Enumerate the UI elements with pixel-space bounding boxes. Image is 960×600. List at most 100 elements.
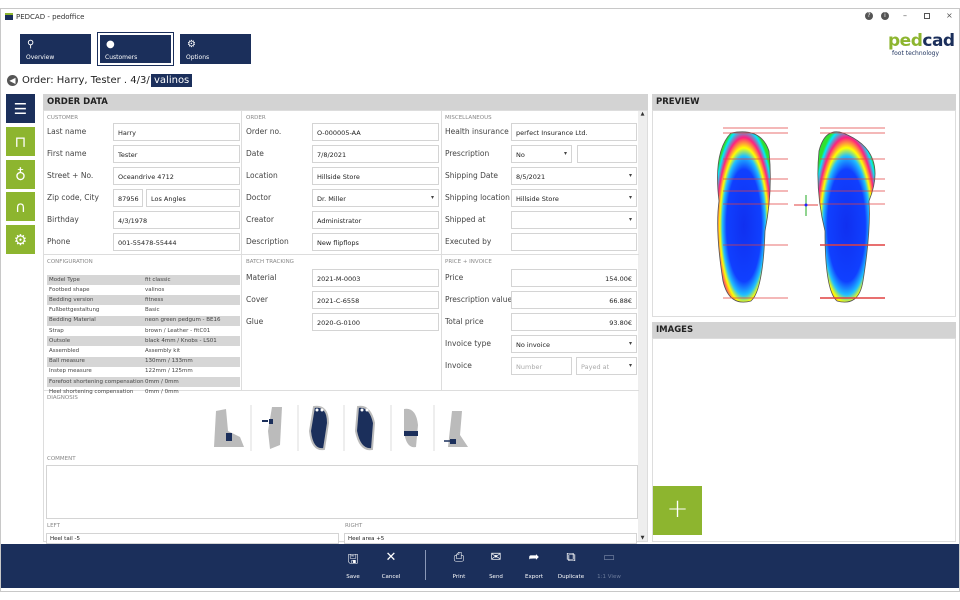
config-row: Strap brown / Leather - fitC01 — [47, 326, 240, 336]
city-input[interactable]: Los Angles — [146, 189, 240, 207]
payed-at-picker[interactable]: Payed at — [576, 357, 637, 375]
share-icon: ➦ — [528, 550, 540, 565]
help-icon[interactable]: ? — [865, 12, 873, 20]
creator-input[interactable]: Administrator — [312, 211, 439, 229]
duplicate-icon: ⧉ — [566, 550, 576, 565]
material-input[interactable]: 2021-M-0003 — [312, 269, 439, 287]
invoice-type-select[interactable]: No invoice — [511, 335, 637, 353]
section-right: RIGHT — [345, 523, 363, 529]
glue-input[interactable]: 2020-G-0100 — [312, 313, 439, 331]
user-icon: ● — [106, 39, 115, 50]
left-note-input[interactable]: Heel tail -5 — [46, 533, 339, 544]
doctor-select[interactable]: Dr. Miller — [312, 189, 439, 207]
section-misc: MISCELLANEOUS — [445, 115, 492, 121]
config-key: Model Type — [49, 276, 80, 283]
sidebar-item-insoles[interactable]: ∩ — [6, 192, 35, 221]
config-key: Instep measure — [49, 368, 92, 375]
label: Executed by — [445, 237, 492, 246]
description-input[interactable]: New flipflops — [312, 233, 439, 251]
send-button[interactable]: ✉ Send — [478, 544, 514, 588]
app-icon — [5, 13, 13, 20]
section-comment: COMMENT — [47, 456, 76, 462]
config-key: Fußbettgestaltung — [49, 307, 100, 314]
prescription-select[interactable]: No — [511, 145, 572, 163]
sidebar-item-diagnosis[interactable]: ♁ — [6, 160, 35, 189]
config-key: Heel shortening compensation — [49, 388, 134, 395]
config-value: Basic — [145, 307, 160, 314]
heel-side-icon[interactable] — [262, 407, 282, 449]
sidebar-item-feet[interactable]: ⊓ — [6, 127, 35, 156]
comment-textarea[interactable] — [46, 465, 638, 519]
label: Street + No. — [47, 171, 94, 180]
section-configuration: CONFIGURATION — [47, 259, 93, 265]
invoice-number-input[interactable]: Number — [511, 357, 572, 375]
config-value: 0mm / 0mm — [145, 378, 179, 385]
close-button[interactable]: × — [946, 11, 953, 20]
add-image-button[interactable]: + — [653, 486, 702, 535]
feet-icon: ⊓ — [14, 132, 27, 151]
cover-input[interactable]: 2021-C-6558 — [312, 291, 439, 309]
label: Cover — [246, 295, 268, 304]
footprint-right-icon[interactable] — [354, 405, 376, 451]
chart-icon: ⚲ — [27, 39, 35, 50]
restore-button[interactable] — [924, 13, 930, 19]
config-key: Assembled — [49, 347, 80, 354]
label: Glue — [246, 317, 264, 326]
label: Creator — [246, 215, 274, 224]
health-insurance-input[interactable]: perfect Insurance Ltd. — [511, 123, 637, 141]
zip-input[interactable]: 87956 — [113, 189, 143, 207]
executed-by-input[interactable] — [511, 233, 637, 251]
section-batch: BATCH TRACKING — [246, 259, 294, 265]
date-input[interactable]: 7/8/2021 — [312, 145, 439, 163]
nav-customers[interactable]: ● Customers — [97, 32, 174, 66]
prescription-value-input[interactable]: 66.88€ — [511, 291, 637, 309]
config-row: Forefoot shortening compensation 0mm / 0m… — [47, 377, 240, 387]
label: Phone — [47, 237, 71, 246]
cancel-button[interactable]: ✕ Cancel — [373, 544, 409, 588]
last-name-input[interactable]: Harry — [113, 123, 240, 141]
print-button[interactable]: ⎙ Print — [441, 544, 477, 588]
payed-at-placeholder: Payed at — [581, 363, 610, 371]
shipped-at-select[interactable] — [511, 211, 637, 229]
nav-options[interactable]: ⚙ Options — [180, 34, 251, 64]
label: Prescription — [445, 149, 490, 158]
center-axis-icon — [794, 195, 818, 216]
save-button[interactable]: 🖫 Save — [335, 544, 371, 588]
sidebar-item-order[interactable]: ☰ — [6, 94, 35, 123]
back-icon[interactable]: ◀ — [7, 75, 18, 86]
config-value: Assembly kit — [145, 347, 181, 354]
right-note-input[interactable]: Heel area +5 — [344, 533, 637, 544]
nav-overview[interactable]: ⚲ Overview — [20, 34, 91, 64]
forefoot-icon[interactable] — [404, 408, 418, 448]
first-name-input[interactable]: Tester — [113, 145, 240, 163]
shipping-location-select[interactable]: Hillside Store — [511, 189, 637, 207]
sidebar-item-settings[interactable]: ⚙ — [6, 225, 35, 254]
location-input[interactable]: Hillside Store — [312, 167, 439, 185]
street-input[interactable]: Oceandrive 4712 — [113, 167, 240, 185]
ankle-side-icon[interactable] — [214, 409, 244, 447]
footprint-left-icon[interactable] — [308, 405, 330, 451]
label: Health insurance — [445, 127, 509, 136]
info-icon[interactable]: i — [881, 12, 889, 20]
prescription-extra-input[interactable] — [577, 145, 637, 163]
label: Prescription value — [445, 295, 513, 304]
scrollbar[interactable]: ▲ ▼ — [638, 111, 647, 541]
ankle-back-icon[interactable] — [444, 411, 468, 447]
total-price-input[interactable]: 93.80€ — [511, 313, 637, 331]
label: Order no. — [246, 127, 282, 136]
minimize-button[interactable]: – — [903, 11, 907, 20]
label: Location — [246, 171, 278, 180]
phone-input[interactable]: 001-55478-55444 — [113, 233, 240, 251]
close-icon: ✕ — [385, 550, 397, 565]
one-to-one-view-button[interactable]: ▭ 1:1 View — [591, 544, 627, 588]
preview-header: PREVIEW — [652, 94, 956, 110]
price-input[interactable]: 154.00€ — [511, 269, 637, 287]
duplicate-button[interactable]: ⧉ Duplicate — [553, 544, 589, 588]
doctor-value: Dr. Miller — [317, 195, 346, 203]
config-key: Forefoot shortening compensation — [49, 378, 144, 385]
order-no-input[interactable]: O-000005-AA — [312, 123, 439, 141]
export-button[interactable]: ➦ Export — [516, 544, 552, 588]
shipping-date-picker[interactable]: 8/5/2021 — [511, 167, 637, 185]
label: Shipping Date — [445, 171, 499, 180]
birthday-input[interactable]: 4/3/1978 — [113, 211, 240, 229]
